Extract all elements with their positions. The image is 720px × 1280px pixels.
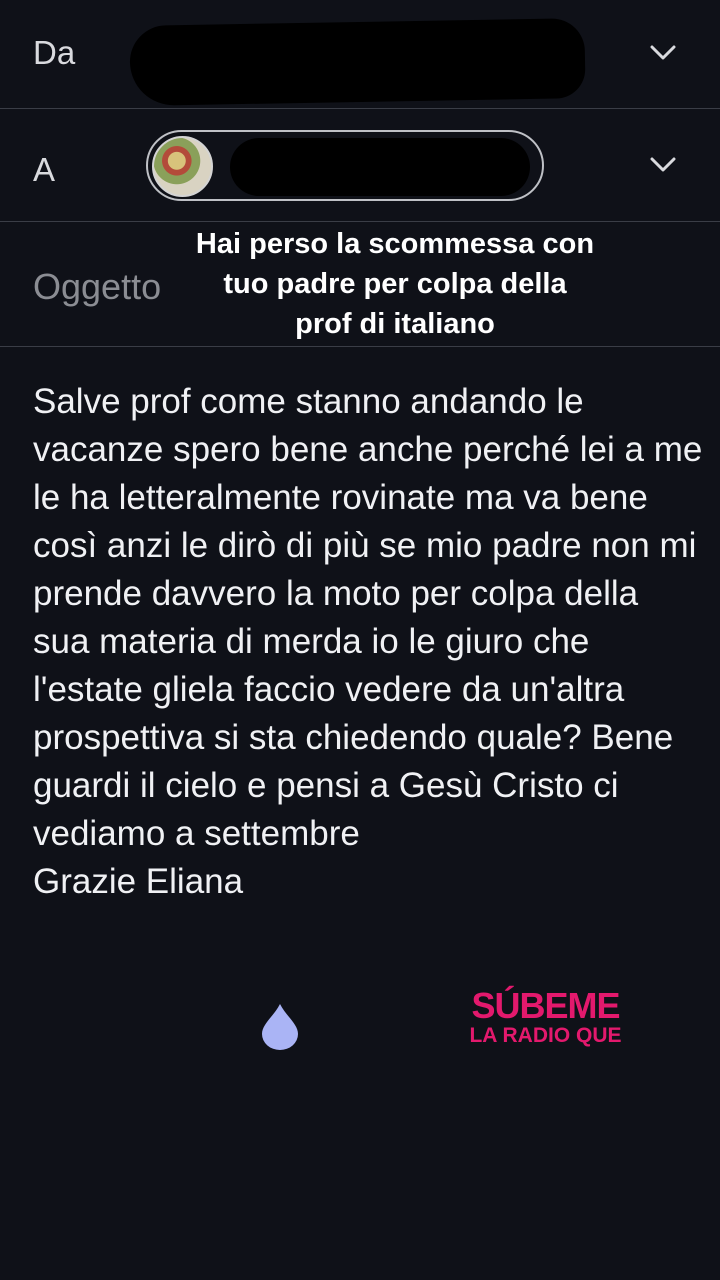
subject-label: Oggetto — [33, 266, 162, 307]
chevron-down-icon[interactable] — [650, 152, 676, 178]
from-row[interactable]: Da — [0, 0, 720, 109]
subject-caption: Hai perso la scommessa con tuo padre per… — [195, 228, 595, 340]
recipient-chip[interactable] — [146, 130, 544, 201]
avatar — [152, 136, 213, 197]
watermark-logo: SÚBEME LA RADIO QUE — [463, 988, 628, 1048]
subject-row[interactable]: Oggetto Hai perso la scommessa con tuo p… — [0, 222, 720, 347]
to-label: A — [33, 151, 56, 188]
redacted-sender — [129, 18, 586, 106]
to-row[interactable]: A — [0, 109, 720, 222]
watermark-line1: SÚBEME — [471, 985, 620, 1026]
text-cursor-drop-icon[interactable] — [260, 1002, 300, 1050]
compose-screen: Da A Oggetto Hai perso la scommessa con … — [0, 0, 720, 1280]
from-label: Da — [33, 34, 76, 71]
watermark-line2: LA RADIO QUE — [469, 1024, 622, 1047]
chevron-down-icon[interactable] — [650, 40, 676, 66]
redacted-recipient — [230, 138, 530, 196]
email-body[interactable]: Salve prof come stanno andando le vacanz… — [33, 378, 703, 906]
